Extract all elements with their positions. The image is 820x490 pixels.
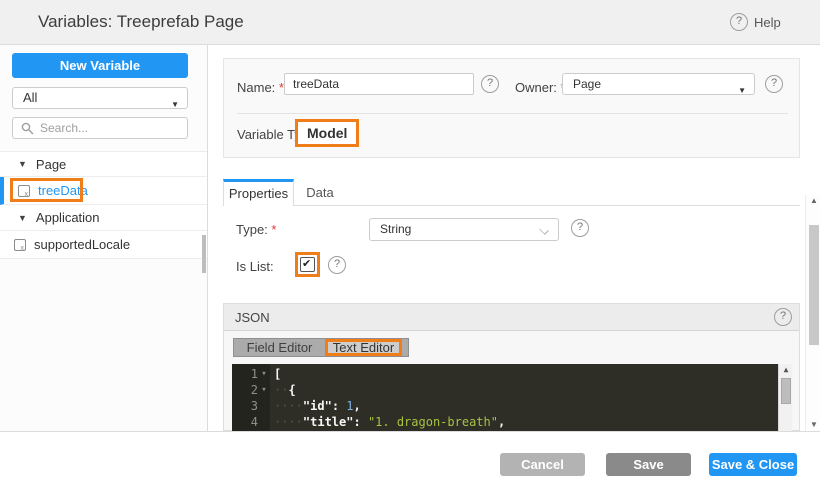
tree-item-label: treeData [38,183,88,198]
variable-filter-value: All [23,90,37,105]
help-label: Help [754,15,781,30]
editor-code-lines: 1▾[2▾··{3····"id": 1,4····"title": "1. d… [232,366,792,430]
annotation-box-checkbox [295,252,320,277]
json-help-icon[interactable]: ? [774,308,792,326]
code-line: 1▾[ [232,366,792,382]
content-scrollbar[interactable]: ▲ ▼ [805,195,820,431]
tree-group-application[interactable]: ▼ Application [0,205,207,231]
editor-scrollbar[interactable]: ▲ [778,364,792,431]
text-editor-button-annotated[interactable]: Text Editor [325,339,402,356]
tree-group-label: Page [36,157,66,172]
chevron-down-icon [540,226,548,234]
json-section-title: JSON [235,310,270,325]
model-variable-icon [14,239,26,251]
variable-detail-panel: Name: * treeData ? Owner: * Page ▼ ? Var… [207,45,820,431]
type-value: String [380,222,411,236]
owner-value: Page [573,77,601,91]
sidebar-scrollbar-thumb[interactable] [202,235,206,273]
owner-label: Owner: * [515,80,566,95]
fold-spacer [258,414,270,430]
collapse-triangle-icon[interactable]: ▼ [18,159,27,169]
dialog-footer: Cancel Save Save & Close [0,431,820,490]
is-list-checkbox[interactable] [300,257,315,272]
owner-help-icon[interactable]: ? [765,75,783,93]
tab-properties[interactable]: Properties [223,179,294,206]
owner-dropdown[interactable]: Page ▼ [562,73,755,95]
variables-sidebar: New Variable All ▼ Search... ▼ Page tree… [0,45,207,431]
content-scrollbar-thumb[interactable] [809,225,819,345]
tab-data[interactable]: Data [294,179,346,206]
fold-spacer [258,398,270,414]
save-and-close-button[interactable]: Save & Close [709,453,797,476]
type-help-icon[interactable]: ? [571,219,589,237]
name-label: Name: * [237,80,284,95]
chevron-down-icon: ▼ [171,95,179,115]
page-title: Variables: Treeprefab Page [38,12,244,32]
save-button[interactable]: Save [606,453,691,476]
divider [237,113,788,114]
json-code-editor[interactable]: 1▾[2▾··{3····"id": 1,4····"title": "1. d… [232,364,792,431]
code-line: 2▾··{ [232,382,792,398]
code-line: 4····"title": "1. dragon-breath", [232,414,792,430]
is-list-label: Is List: [236,259,274,274]
tree-item-label: supportedLocale [34,237,130,252]
name-help-icon[interactable]: ? [481,75,499,93]
dialog-header: Variables: Treeprefab Page ? Help [0,0,820,45]
type-dropdown[interactable]: String [369,218,559,241]
cancel-button[interactable]: Cancel [500,453,585,476]
code-line: 3····"id": 1, [232,398,792,414]
type-label: Type: * [236,222,276,237]
help-button[interactable]: ? Help [730,13,781,31]
required-asterisk: * [271,222,276,237]
editor-mode-toggle: Field Editor Text Editor [233,338,409,357]
new-variable-button[interactable]: New Variable [12,53,188,78]
tree-item-treedata[interactable]: treeData [0,177,207,205]
chevron-down-icon: ▼ [738,81,746,101]
collapse-triangle-icon[interactable]: ▼ [18,213,27,223]
json-section-header: JSON ? [224,304,799,331]
search-placeholder: Search... [40,121,88,135]
is-list-help-icon[interactable]: ? [328,256,346,274]
scroll-up-icon[interactable]: ▲ [779,364,792,376]
fold-arrow-icon[interactable]: ▾ [258,366,270,382]
name-input[interactable]: treeData [284,73,474,95]
variable-filter-dropdown[interactable]: All ▼ [12,87,188,109]
variable-type-value-annotated: Model [295,119,359,147]
tab-bar: Properties Data [223,179,800,206]
help-question-icon: ? [730,13,748,31]
search-input[interactable]: Search... [12,117,188,139]
tree-group-page[interactable]: ▼ Page [0,151,207,177]
model-variable-icon [18,185,30,197]
search-icon [21,122,34,135]
editor-scrollbar-thumb[interactable] [781,378,791,404]
scroll-up-icon[interactable]: ▲ [806,195,820,207]
tree-group-label: Application [36,210,100,225]
fold-arrow-icon[interactable]: ▾ [258,382,270,398]
json-section: JSON ? Field Editor Text Editor 1▾[2▾··{… [223,303,800,431]
scroll-down-icon[interactable]: ▼ [806,419,820,431]
tree-item-supportedlocale[interactable]: supportedLocale [0,231,207,259]
field-editor-button[interactable]: Field Editor [234,339,325,356]
variable-summary-panel: Name: * treeData ? Owner: * Page ▼ ? Var… [223,58,800,158]
